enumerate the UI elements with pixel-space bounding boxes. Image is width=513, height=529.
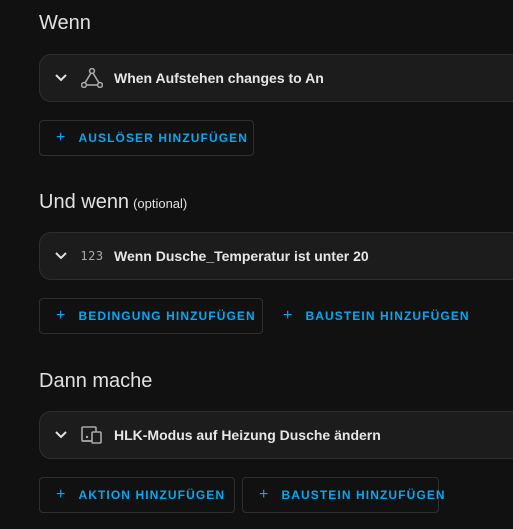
add-trigger-button[interactable]: + AUSLÖSER HINZUFÜGEN [39, 120, 254, 156]
add-trigger-label: AUSLÖSER HINZUFÜGEN [78, 131, 249, 145]
add-building-block-label: BAUSTEIN HINZUFÜGEN [281, 488, 446, 502]
plus-icon: + [283, 307, 294, 324]
trigger-card[interactable]: When Aufstehen changes to An [39, 54, 513, 102]
chevron-down-icon[interactable] [53, 427, 69, 443]
add-condition-button[interactable]: + BEDINGUNG HINZUFÜGEN [39, 298, 263, 334]
plus-icon: + [56, 486, 67, 503]
numeric-123-icon: 123 [80, 249, 104, 263]
chevron-down-icon[interactable] [53, 70, 69, 86]
section-title-conditions: Und wenn (optional) [39, 191, 187, 214]
plus-icon: + [56, 307, 67, 324]
chevron-down-icon[interactable] [53, 248, 69, 264]
plus-icon: + [56, 129, 67, 146]
add-action-button[interactable]: + AKTION HINZUFÜGEN [39, 477, 235, 513]
condition-card[interactable]: 123 Wenn Dusche_Temperatur ist unter 20 [39, 232, 513, 280]
graph-nodes-icon [79, 68, 105, 88]
add-building-block-button[interactable]: + BAUSTEIN HINZUFÜGEN [266, 298, 487, 334]
devices-icon [79, 425, 105, 445]
add-building-block-label: BAUSTEIN HINZUFÜGEN [305, 309, 470, 323]
optional-hint: (optional) [133, 196, 188, 211]
add-building-block-button[interactable]: + BAUSTEIN HINZUFÜGEN [242, 477, 445, 513]
trigger-label: When Aufstehen changes to An [114, 70, 324, 86]
conditions-title-text: Und wenn [39, 191, 130, 213]
section-title-triggers: Wenn [39, 12, 91, 34]
plus-icon: + [259, 486, 270, 503]
add-action-label: AKTION HINZUFÜGEN [78, 488, 226, 502]
add-condition-label: BEDINGUNG HINZUFÜGEN [78, 309, 256, 323]
condition-label: Wenn Dusche_Temperatur ist unter 20 [114, 248, 369, 264]
action-card[interactable]: HLK-Modus auf Heizung Dusche ändern [39, 411, 513, 459]
action-label: HLK-Modus auf Heizung Dusche ändern [114, 427, 381, 443]
section-title-actions: Dann mache [39, 370, 153, 392]
